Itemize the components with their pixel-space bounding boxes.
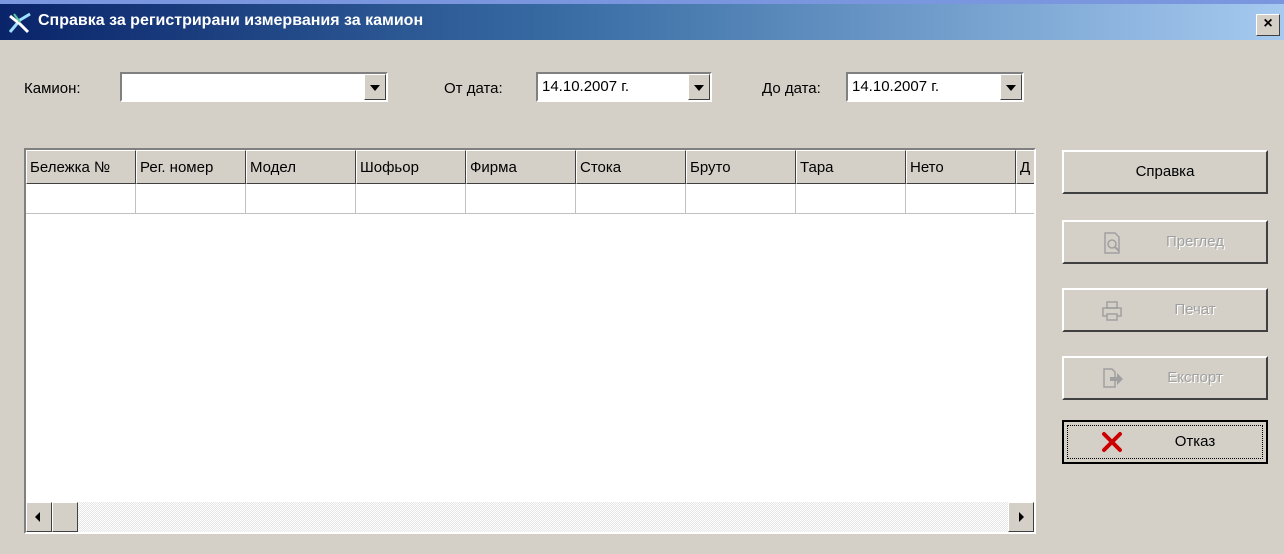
export-button-label: Експорт xyxy=(1167,369,1223,386)
grid-cell[interactable] xyxy=(686,184,796,214)
scrollbar-thumb[interactable] xyxy=(52,502,78,532)
report-button-label: Справка xyxy=(1135,163,1195,180)
from-date-label: От дата: xyxy=(444,80,503,97)
printer-icon xyxy=(1102,301,1122,321)
column-header-goods[interactable]: Стока xyxy=(576,150,686,184)
grid-cell[interactable] xyxy=(906,184,1016,214)
export-button[interactable]: Експорт xyxy=(1062,356,1268,400)
column-header-driver[interactable]: Шофьор xyxy=(356,150,466,184)
window-title: Справка за регистрирани измервания за ка… xyxy=(38,12,424,29)
to-date-label: До дата: xyxy=(762,80,821,97)
grid-cell[interactable] xyxy=(466,184,576,214)
column-header-date[interactable]: Д xyxy=(1016,150,1034,184)
table-row[interactable] xyxy=(26,184,1034,214)
column-header-reg-number[interactable]: Рег. номер xyxy=(136,150,246,184)
from-date-picker[interactable]: 14.10.2007 г. xyxy=(536,72,712,102)
cancel-button[interactable]: Отказ xyxy=(1062,420,1268,464)
column-header-receipt[interactable]: Бележка № xyxy=(26,150,136,184)
column-header-model[interactable]: Модел xyxy=(246,150,356,184)
truck-dropdown-icon[interactable] xyxy=(364,74,386,100)
print-button-label: Печат xyxy=(1174,301,1216,318)
print-button[interactable]: Печат xyxy=(1062,288,1268,332)
export-icon xyxy=(1103,368,1123,388)
column-header-tare[interactable]: Тара xyxy=(796,150,906,184)
column-header-company[interactable]: Фирма xyxy=(466,150,576,184)
from-date-dropdown-icon[interactable] xyxy=(688,74,710,100)
to-date-value: 14.10.2007 г. xyxy=(852,78,940,95)
horizontal-scrollbar[interactable] xyxy=(26,502,1034,532)
scroll-right-icon[interactable] xyxy=(1008,502,1034,532)
to-date-picker[interactable]: 14.10.2007 г. xyxy=(846,72,1024,102)
grid-cell[interactable] xyxy=(796,184,906,214)
preview-button[interactable]: Преглед xyxy=(1062,220,1268,264)
measurements-grid[interactable]: Бележка № Рег. номер Модел Шофьор Фирма … xyxy=(24,148,1036,534)
to-date-dropdown-icon[interactable] xyxy=(1000,74,1022,100)
grid-header-row: Бележка № Рег. номер Модел Шофьор Фирма … xyxy=(26,150,1034,184)
cancel-button-label: Отказ xyxy=(1174,433,1216,450)
close-icon: × xyxy=(1263,15,1273,32)
grid-cell[interactable] xyxy=(26,184,136,214)
grid-cell[interactable] xyxy=(1016,184,1034,214)
app-icon xyxy=(8,12,31,34)
column-header-net[interactable]: Нето xyxy=(906,150,1016,184)
red-x-icon xyxy=(1102,432,1122,452)
report-button[interactable]: Справка xyxy=(1062,150,1268,194)
truck-label: Камион: xyxy=(24,80,81,97)
close-button[interactable]: × xyxy=(1256,14,1280,36)
preview-button-label: Преглед xyxy=(1165,233,1225,250)
scroll-left-icon[interactable] xyxy=(26,502,52,532)
title-bar[interactable]: Справка за регистрирани измервания за ка… xyxy=(0,4,1284,40)
grid-cell[interactable] xyxy=(576,184,686,214)
column-header-gross[interactable]: Бруто xyxy=(686,150,796,184)
from-date-value: 14.10.2007 г. xyxy=(542,78,630,95)
grid-cell[interactable] xyxy=(136,184,246,214)
preview-icon xyxy=(1104,232,1120,254)
grid-cell[interactable] xyxy=(356,184,466,214)
report-window: Справка за регистрирани измервания за ка… xyxy=(0,0,1284,554)
grid-cell[interactable] xyxy=(246,184,356,214)
truck-select[interactable] xyxy=(120,72,388,102)
